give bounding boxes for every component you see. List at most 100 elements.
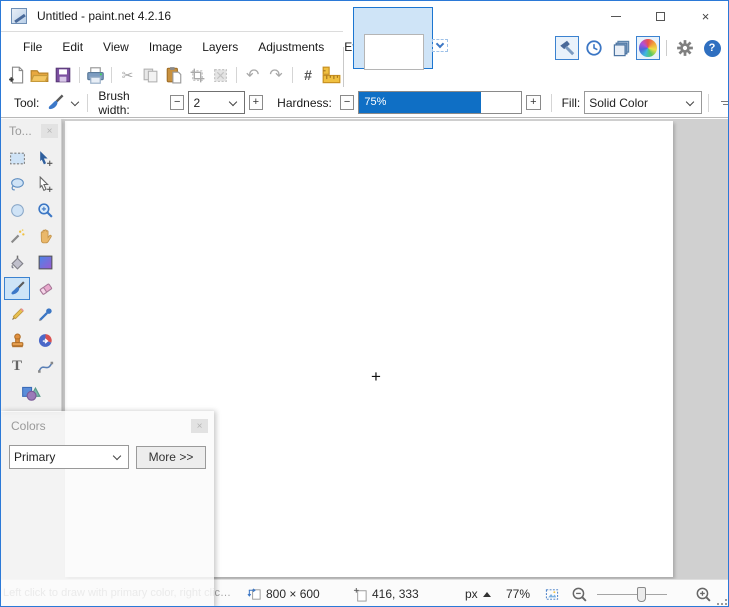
options-separator <box>708 93 710 112</box>
settings-button[interactable] <box>673 36 697 60</box>
tool-recolor[interactable] <box>32 329 58 352</box>
cursor-position-value: 416, 333 <box>372 587 419 601</box>
tool-pan[interactable] <box>32 225 58 248</box>
copy-button[interactable] <box>141 65 160 86</box>
brush-width-combo[interactable]: 2 <box>188 91 245 114</box>
fill-style-combo[interactable]: Solid Color <box>584 91 703 114</box>
tool-text[interactable]: T <box>4 355 30 378</box>
layers-window-toggle[interactable] <box>609 36 633 60</box>
gear-icon <box>677 40 693 56</box>
deselect-icon <box>214 68 227 82</box>
tool-zoom[interactable] <box>32 199 58 222</box>
hardness-decrease-button[interactable]: − <box>339 95 355 110</box>
menu-adjustments[interactable]: Adjustments <box>248 32 334 62</box>
hammer-icon <box>560 40 575 56</box>
open-button[interactable] <box>30 65 50 86</box>
maximize-button[interactable] <box>638 1 683 31</box>
brush-width-increase-button[interactable]: + <box>248 95 264 110</box>
colors-window-toggle[interactable] <box>636 36 660 60</box>
help-button[interactable]: ? <box>700 36 724 60</box>
chevron-down-icon <box>112 451 122 461</box>
toolbar-separator <box>78 67 80 83</box>
image-size-icon <box>247 587 261 600</box>
image-list-button[interactable] <box>432 39 448 52</box>
tools-window-toggle[interactable] <box>555 36 579 60</box>
shapes-icon <box>22 386 41 401</box>
tool-magic-wand[interactable] <box>4 225 30 248</box>
pencil-icon <box>11 308 24 320</box>
resize-grip[interactable] <box>717 595 727 605</box>
ruler-toggle-button[interactable] <box>322 65 341 86</box>
unit-selector[interactable]: px <box>465 587 491 601</box>
move-pixels-arrow-icon <box>39 151 52 166</box>
tool-pencil[interactable] <box>4 303 30 326</box>
tool-gradient[interactable] <box>32 251 58 274</box>
print-button[interactable] <box>86 65 105 86</box>
menu-edit[interactable]: Edit <box>52 32 93 62</box>
menu-layers[interactable]: Layers <box>192 32 248 62</box>
menu-file[interactable]: File <box>13 32 52 62</box>
paste-button[interactable] <box>164 65 183 86</box>
image-tab-thumbnail[interactable] <box>353 7 433 70</box>
brush-width-decrease-button[interactable]: − <box>169 95 185 110</box>
undo-button[interactable]: ↶ <box>243 65 262 86</box>
zoom-in-button[interactable] <box>695 586 712 606</box>
paintbrush-icon <box>48 94 64 110</box>
toolbar-overflow-button[interactable] <box>721 100 728 105</box>
window-toggles: ? <box>555 34 724 62</box>
fill-label: Fill: <box>561 95 581 110</box>
tool-lasso-select[interactable] <box>4 173 30 196</box>
minimize-button[interactable] <box>593 1 638 31</box>
colors-panel-title: Colors <box>11 419 46 433</box>
zoom-to-window-button[interactable] <box>544 587 560 605</box>
main-toolbar: ✂ ↶ ↷ # <box>1 62 343 88</box>
chevron-down-icon <box>228 97 237 106</box>
tool-paintbrush[interactable] <box>4 277 30 300</box>
redo-icon: ↷ <box>269 67 283 84</box>
hardness-increase-button[interactable]: + <box>526 95 541 110</box>
crop-button[interactable] <box>188 65 207 86</box>
pan-hand-icon <box>40 229 52 244</box>
tool-line-curve[interactable] <box>32 355 58 378</box>
paintbrush-icon <box>10 281 25 295</box>
tool-rectangle-select[interactable] <box>4 147 30 170</box>
tool-paint-bucket[interactable] <box>4 251 30 274</box>
zoom-slider[interactable] <box>597 587 667 602</box>
tool-options-bar: Tool: Brush width: − 2 + Hardness: − 75%… <box>1 88 728 118</box>
grid-toggle-button[interactable]: # <box>298 65 317 86</box>
menu-image[interactable]: Image <box>139 32 192 62</box>
color-mode-select[interactable]: Primary <box>9 445 129 469</box>
tool-eraser[interactable] <box>32 277 58 300</box>
lasso-select-icon <box>10 178 24 191</box>
colors-panel-close-button[interactable]: × <box>191 419 208 433</box>
toolbar-separator <box>291 67 293 83</box>
tool-shapes[interactable] <box>18 381 44 404</box>
tool-ellipse-select[interactable] <box>4 199 30 222</box>
chevron-down-icon <box>435 39 445 49</box>
more-button[interactable]: More >> <box>136 445 206 469</box>
close-button[interactable]: × <box>683 1 728 31</box>
history-window-toggle[interactable] <box>582 36 606 60</box>
redo-button[interactable]: ↷ <box>266 65 285 86</box>
tool-color-picker[interactable] <box>32 303 58 326</box>
toolbar-separator <box>110 67 112 83</box>
tools-panel-close-button[interactable]: × <box>41 124 58 138</box>
new-button[interactable] <box>7 65 26 86</box>
current-tool-button[interactable] <box>45 92 65 113</box>
tool-dropdown-caret[interactable] <box>70 97 79 106</box>
tool-clone-stamp[interactable] <box>4 329 30 352</box>
help-icon: ? <box>703 39 721 57</box>
deselect-button[interactable] <box>211 65 230 86</box>
menu-view[interactable]: View <box>93 32 139 62</box>
save-button[interactable] <box>54 65 73 86</box>
undo-icon: ↶ <box>245 67 260 84</box>
zoom-slider-thumb[interactable] <box>636 587 646 602</box>
magic-wand-icon <box>10 229 25 244</box>
tool-move-selected-pixels[interactable] <box>32 147 58 170</box>
save-floppy-icon <box>55 67 71 83</box>
hardness-slider[interactable]: 75% <box>358 91 523 114</box>
tool-move-selection[interactable] <box>32 173 58 196</box>
ellipse-select-icon <box>10 204 24 217</box>
zoom-out-button[interactable] <box>571 586 588 606</box>
cut-button[interactable]: ✂ <box>118 65 137 86</box>
